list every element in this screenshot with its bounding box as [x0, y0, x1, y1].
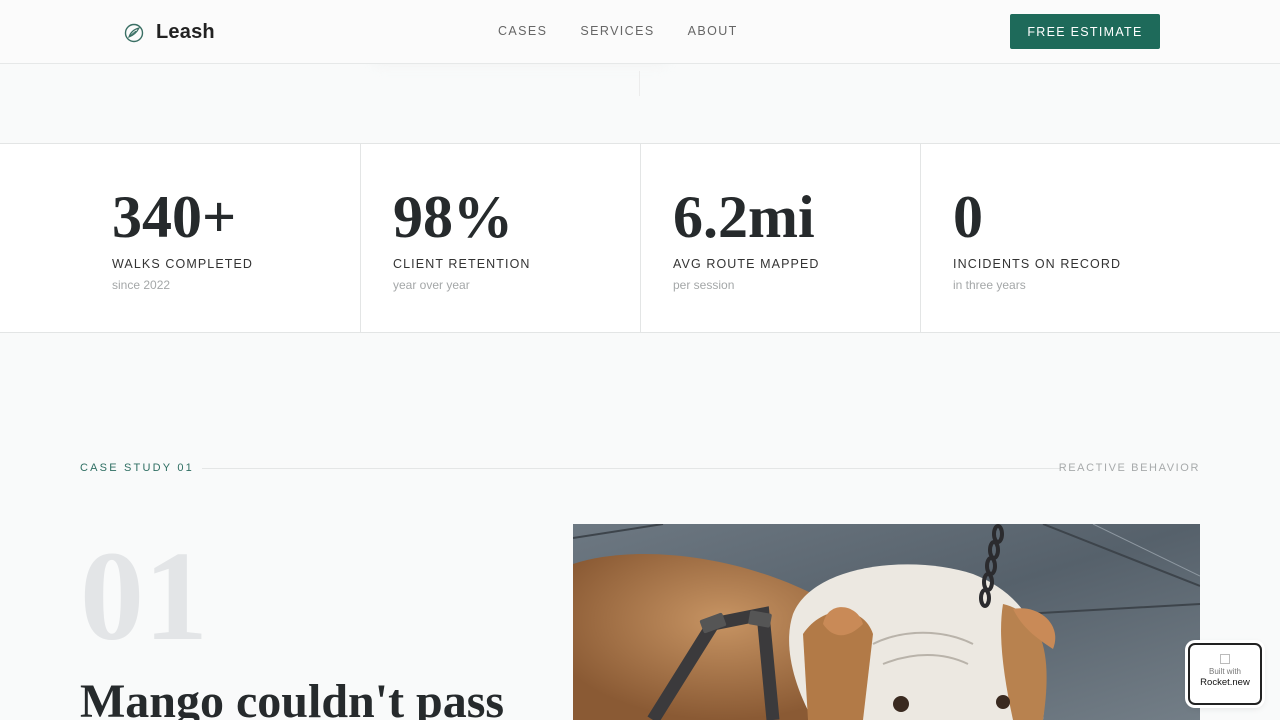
hero-fade [0, 13, 1280, 144]
logo[interactable]: Leash [124, 21, 215, 44]
stat-value: 98% [393, 184, 513, 250]
badge-built-text: Built with [1208, 667, 1241, 676]
site-header: Leash CASES SERVICES ABOUT FREE ESTIMATE [0, 0, 1280, 64]
stat-label: WALKS COMPLETED [112, 257, 254, 271]
free-estimate-button[interactable]: FREE ESTIMATE [1010, 14, 1160, 49]
case-study-category: REACTIVE BEHAVIOR [1058, 462, 1200, 474]
stat-sub: since 2022 [112, 278, 171, 292]
case-study-number: 01 [80, 525, 208, 667]
stat-value: 0 [953, 184, 983, 250]
stat-label: CLIENT RETENTION [393, 257, 531, 271]
stats-strip: 340+ WALKS COMPLETED since 2022 98% CLIE… [0, 143, 1280, 333]
logo-text: Leash [156, 21, 215, 43]
stat-walks: 340+ WALKS COMPLETED since 2022 [0, 144, 361, 332]
stat-sub: in three years [953, 278, 1026, 292]
stat-sub: per session [673, 278, 735, 292]
case-study-title: Mango couldn't pass [80, 675, 505, 720]
stat-label: INCIDENTS ON RECORD [953, 257, 1122, 271]
nav-about[interactable]: ABOUT [688, 24, 738, 38]
stat-value: 340+ [112, 184, 237, 250]
stat-label: AVG ROUTE MAPPED [673, 257, 820, 271]
leaf-globe-icon [124, 23, 144, 42]
nav-cases[interactable]: CASES [498, 24, 547, 38]
stat-incidents: 0 INCIDENTS ON RECORD in three years [921, 144, 1280, 332]
case-study-header: CASE STUDY 01 REACTIVE BEHAVIOR [80, 462, 1200, 476]
bulldog-on-leash-photo [573, 524, 1200, 720]
badge-brand-text: Rocket.new [1200, 677, 1250, 688]
stat-value: 6.2mi [673, 184, 815, 250]
case-study-divider [202, 468, 1060, 469]
rocket-logo-icon [1220, 654, 1230, 664]
stat-route: 6.2mi AVG ROUTE MAPPED per session [641, 144, 921, 332]
main-nav: CASES SERVICES ABOUT [498, 24, 738, 38]
nav-services[interactable]: SERVICES [580, 24, 654, 38]
built-with-badge[interactable]: Built with Rocket.new [1188, 643, 1262, 705]
stat-retention: 98% CLIENT RETENTION year over year [361, 144, 641, 332]
case-study-tag: CASE STUDY 01 [80, 462, 194, 474]
stat-sub: year over year [393, 278, 470, 292]
hero-divider [639, 71, 640, 96]
